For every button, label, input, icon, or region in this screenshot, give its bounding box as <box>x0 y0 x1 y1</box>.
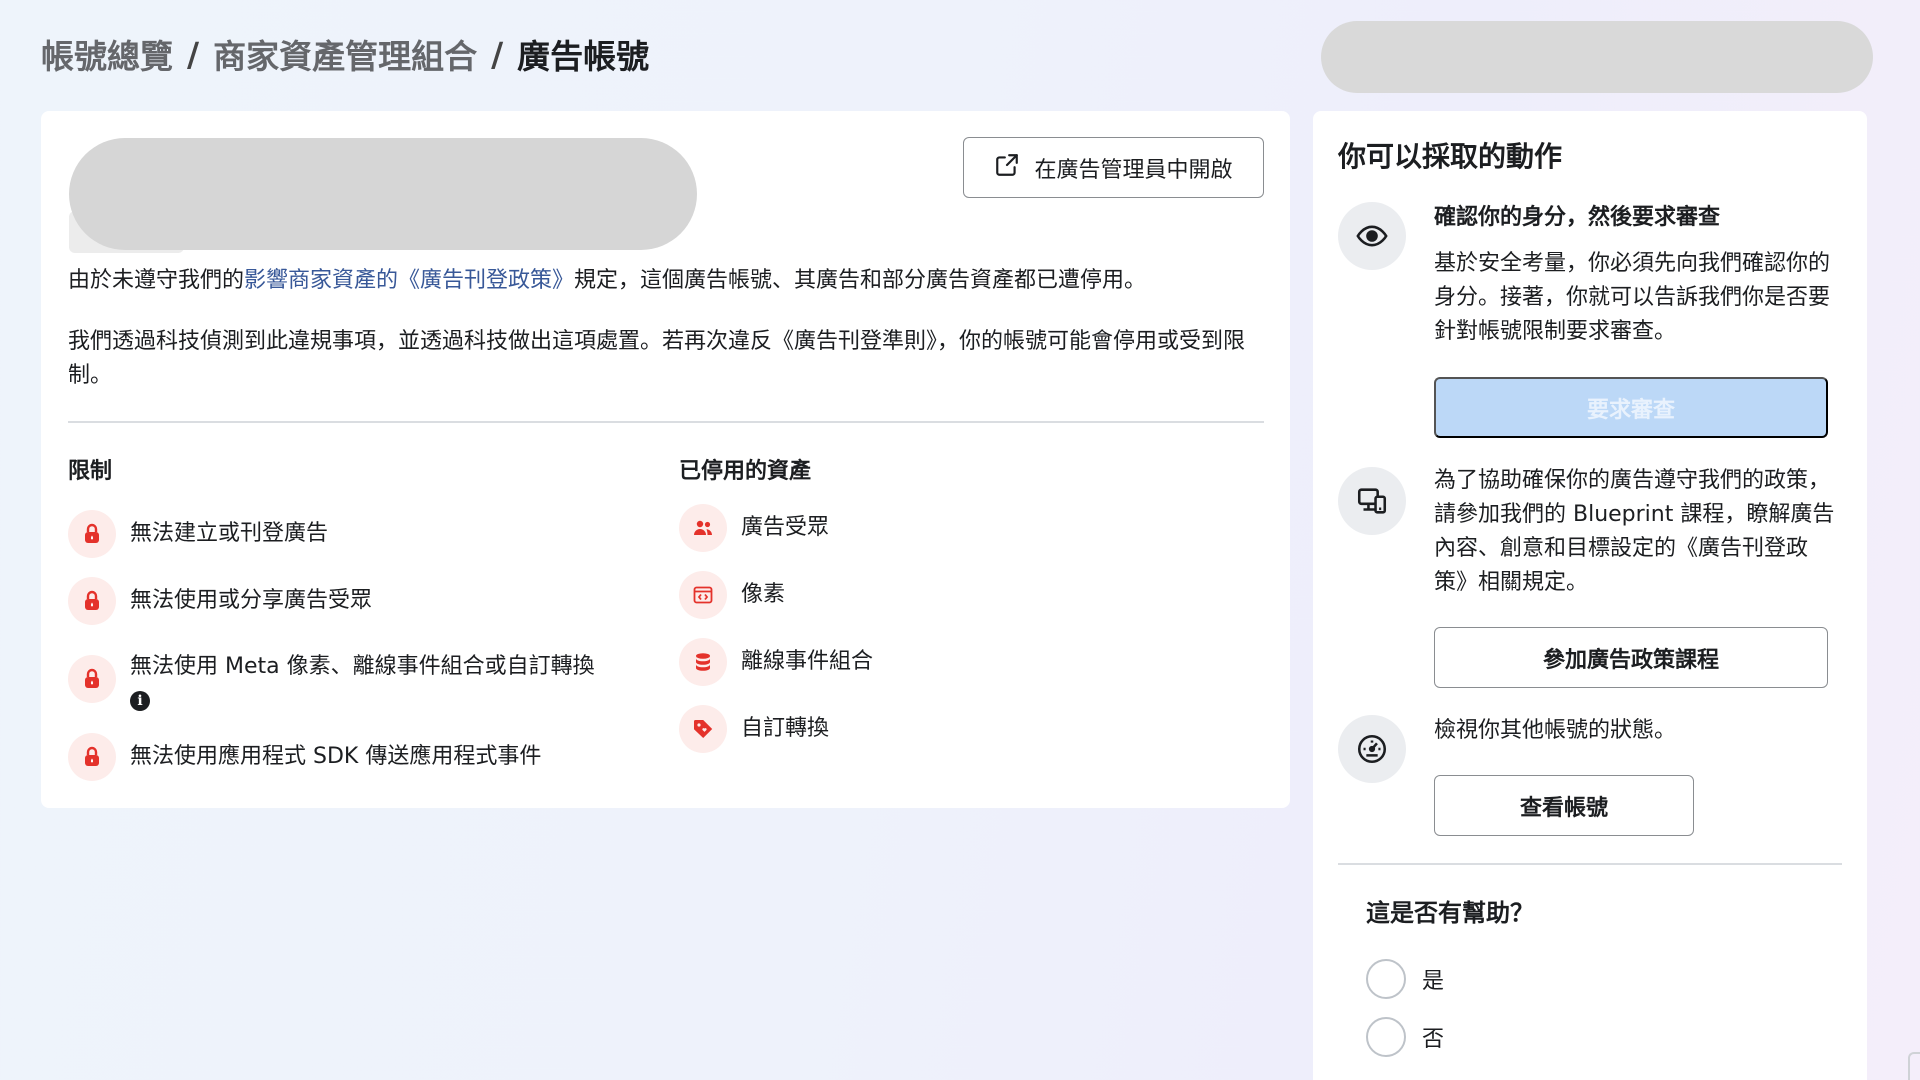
disabled-asset-label: 像素 <box>741 582 786 607</box>
view-accounts-button[interactable]: 查看帳號 <box>1434 775 1694 836</box>
disabled-assets-title: 已停用的資產 <box>679 459 812 484</box>
detection-notice: 我們透過科技偵測到此違規事項，並透過科技做出這項處置。若再次違反《廣告刊登準則》… <box>68 329 1246 388</box>
feedback-no-option[interactable]: 否 <box>1366 1017 1444 1057</box>
breadcrumb: 帳號總覽 / 商家資產管理組合 / 廣告帳號 <box>41 30 649 78</box>
pixel-icon <box>679 571 727 619</box>
account-status-card: 在廣告管理員中開啟 由於未遵守我們的影響商家資產的《廣告刊登政策》規定，這個廣告… <box>41 111 1290 808</box>
restriction-item: 無法使用應用程式 SDK 傳送應用程式事件 <box>68 733 541 781</box>
open-in-ads-manager-label: 在廣告管理員中開啟 <box>1034 156 1233 182</box>
policy-notice-text: 由於未遵守我們的 <box>68 268 245 293</box>
restriction-label: 無法使用 Meta 像素、離線事件組合或自訂轉換 <box>130 654 595 679</box>
breadcrumb-separator: / <box>187 34 200 74</box>
ads-policy-link[interactable]: 影響商家資產的《廣告刊登政策》 <box>244 268 574 293</box>
feedback-no-radio[interactable] <box>1366 1017 1406 1057</box>
open-in-ads-manager-button[interactable]: 在廣告管理員中開啟 <box>963 137 1264 198</box>
gauge-icon <box>1338 715 1406 783</box>
lock-icon <box>68 733 116 781</box>
breadcrumb-separator: / <box>491 34 504 74</box>
restriction-label: 無法使用應用程式 SDK 傳送應用程式事件 <box>130 744 542 769</box>
ads-policy-course-button[interactable]: 參加廣告政策課程 <box>1434 627 1828 688</box>
devices-icon <box>1338 467 1406 535</box>
external-link-icon <box>994 152 1020 184</box>
restriction-item: 無法使用或分享廣告受眾 <box>68 577 372 625</box>
disabled-asset-item: 廣告受眾 <box>679 504 829 552</box>
redacted-account-selector <box>1321 21 1873 93</box>
blueprint-text: 為了協助確保你的廣告遵守我們的政策，請參加我們的 Blueprint 課程，瞭解… <box>1434 468 1835 595</box>
verify-identity-title: 確認你的身分，然後要求審查 <box>1434 205 1721 230</box>
breadcrumb-item-ad-account: 廣告帳號 <box>517 37 650 76</box>
tag-icon <box>679 705 727 753</box>
restrictions-title: 限制 <box>68 459 113 484</box>
disabled-asset-item: 自訂轉換 <box>679 705 829 753</box>
actions-panel-title: 你可以採取的動作 <box>1338 140 1563 173</box>
eye-icon <box>1338 202 1406 270</box>
verify-identity-text: 基於安全考量，你必須先向我們確認你的身分。接著，你就可以告訴我們你是否要針對帳號… <box>1434 251 1831 344</box>
restriction-label-wrap: 無法使用 Meta 像素、離線事件組合或自訂轉換 i <box>130 643 595 715</box>
database-icon <box>679 638 727 686</box>
redacted-account-header <box>69 138 697 250</box>
breadcrumb-item-account-overview[interactable]: 帳號總覽 <box>41 30 173 78</box>
account-status-text: 檢視你其他帳號的狀態。 <box>1434 718 1677 743</box>
lock-icon <box>68 655 116 703</box>
section-divider <box>68 421 1264 423</box>
disabled-asset-item: 離線事件組合 <box>679 638 873 686</box>
lock-icon <box>68 577 116 625</box>
feedback-yes-label: 是 <box>1422 969 1445 994</box>
policy-notice-text-end: 規定，這個廣告帳號、其廣告和部分廣告資產都已遭停用。 <box>574 268 1147 293</box>
feedback-no-label: 否 <box>1422 1027 1445 1052</box>
people-icon <box>679 504 727 552</box>
restriction-item: 無法建立或刊登廣告 <box>68 510 328 558</box>
feedback-yes-radio[interactable] <box>1366 959 1406 999</box>
disabled-asset-label: 廣告受眾 <box>741 515 830 540</box>
window-corner <box>1908 1052 1920 1080</box>
actions-panel: 你可以採取的動作 確認你的身分，然後要求審查 基於安全考量，你必須先向我們確認你… <box>1313 111 1867 1080</box>
breadcrumb-item-business-portfolio[interactable]: 商家資產管理組合 <box>213 30 477 78</box>
section-divider <box>1338 863 1842 865</box>
restriction-item: 無法使用 Meta 像素、離線事件組合或自訂轉換 i <box>68 643 648 715</box>
lock-icon <box>68 510 116 558</box>
disabled-asset-item: 像素 <box>679 571 785 619</box>
restriction-label: 無法建立或刊登廣告 <box>130 521 329 546</box>
disabled-asset-label: 自訂轉換 <box>741 716 830 741</box>
request-review-button[interactable]: 要求審查 <box>1434 377 1828 438</box>
feedback-yes-option[interactable]: 是 <box>1366 959 1444 999</box>
feedback-title: 這是否有幫助？ <box>1366 899 1534 927</box>
info-icon[interactable]: i <box>130 691 150 711</box>
restriction-label: 無法使用或分享廣告受眾 <box>130 588 373 613</box>
policy-notice: 由於未遵守我們的影響商家資產的《廣告刊登政策》規定，這個廣告帳號、其廣告和部分廣… <box>68 264 1268 298</box>
disabled-asset-label: 離線事件組合 <box>741 649 874 674</box>
